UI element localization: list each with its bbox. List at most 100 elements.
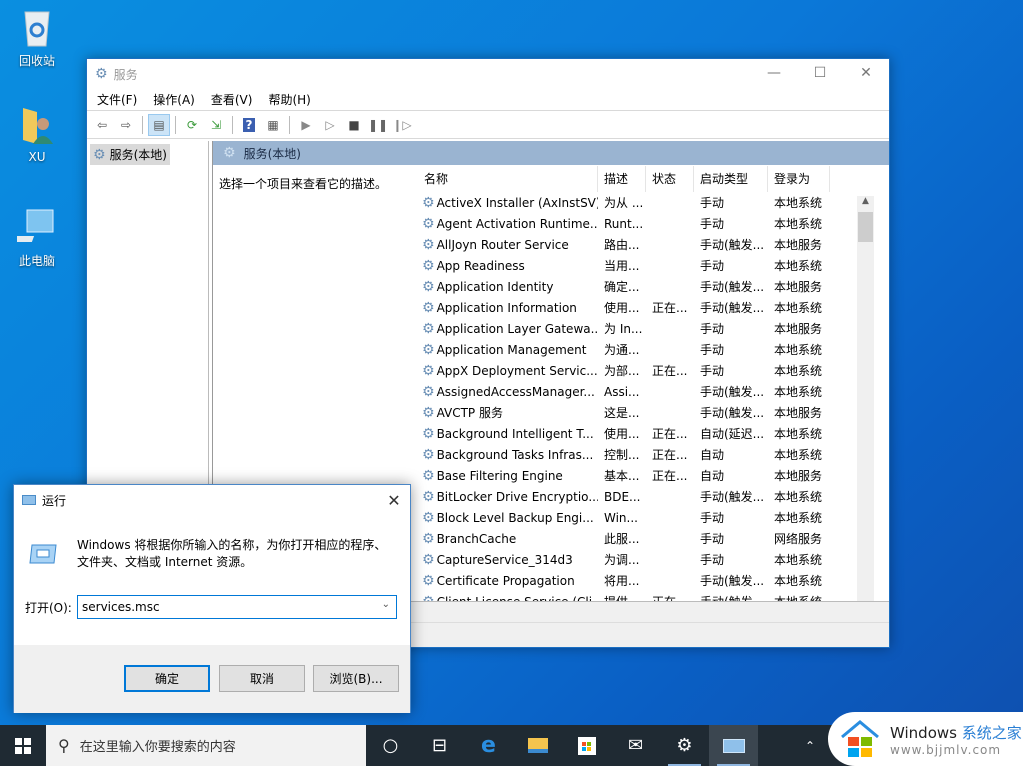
- table-row[interactable]: ⚙ CaptureService_314d3 为调... 手动 本地系统: [418, 549, 874, 570]
- service-name-cell: ⚙ Certificate Propagation: [418, 574, 598, 588]
- watermark-url: www.bjjmlv.com: [890, 742, 1002, 757]
- menu-file[interactable]: 文件(F): [89, 91, 145, 108]
- table-row[interactable]: ⚙ Background Intelligent T... 使用... 正在... 自动…: [418, 423, 874, 444]
- cortana-icon[interactable]: ○: [366, 725, 415, 766]
- properties-icon[interactable]: ▦: [262, 114, 284, 136]
- service-name-cell: ⚙ CaptureService_314d3: [418, 553, 598, 567]
- ok-button[interactable]: 确定: [124, 665, 210, 692]
- table-row[interactable]: ⚙ Base Filtering Engine 基本... 正在... 自动 本地服务: [418, 465, 874, 486]
- service-logon-as: 本地服务: [774, 406, 823, 420]
- table-row[interactable]: ⚙ Application Layer Gatewa... 为 In... 手动 本地服…: [418, 318, 874, 339]
- pause-icon[interactable]: ❚❚: [367, 114, 389, 136]
- scrollbar-thumb[interactable]: [858, 212, 873, 242]
- desktop-icon-this-pc[interactable]: 此电脑: [7, 206, 66, 269]
- run-close-button[interactable]: ✕: [378, 485, 410, 515]
- table-row[interactable]: ⚙ Application Management 为通... 手动 本地系统: [418, 339, 874, 360]
- service-logon-as: 本地服务: [774, 280, 823, 294]
- export-icon[interactable]: ⇲: [205, 114, 227, 136]
- file-explorer-icon[interactable]: [513, 725, 562, 766]
- start-alt-icon[interactable]: ▷: [319, 114, 341, 136]
- service-startup-type: 手动: [700, 217, 725, 231]
- mail-icon[interactable]: ✉: [611, 725, 660, 766]
- chevron-down-icon[interactable]: ⌄: [382, 599, 390, 610]
- run-title-bar[interactable]: 运行: [14, 485, 410, 515]
- help-icon[interactable]: ?: [238, 114, 260, 136]
- service-gear-icon: ⚙: [422, 510, 435, 525]
- table-row[interactable]: ⚙ Application Identity 确定... 手动(触发... 本地服务: [418, 276, 874, 297]
- menu-help[interactable]: 帮助(H): [260, 91, 318, 108]
- windows-logo-icon: [15, 737, 31, 754]
- toolbar: ⇦ ⇨ ▤ ⟳ ⇲ ? ▦ ▶ ▷ ■ ❚❚ ❙▷: [87, 111, 889, 139]
- services-gear-icon: ⚙: [93, 146, 106, 163]
- service-name-cell: ⚙ Application Layer Gatewa...: [418, 322, 598, 336]
- table-row[interactable]: ⚙ Certificate Propagation 将用... 手动(触发... 本地系…: [418, 570, 874, 591]
- table-row[interactable]: ⚙ Background Tasks Infras... 控制... 正在... 自动 本…: [418, 444, 874, 465]
- chevron-up-icon[interactable]: ⌃: [805, 739, 815, 753]
- table-row[interactable]: ⚙ AssignedAccessManager... Assi... 手动(触发...…: [418, 381, 874, 402]
- service-name: Application Identity: [436, 279, 554, 294]
- desktop-icon-user-folder[interactable]: XU: [8, 104, 66, 164]
- table-row[interactable]: ⚙ BitLocker Drive Encryptio... BDE... 手动(触发…: [418, 486, 874, 507]
- cancel-button[interactable]: 取消: [219, 665, 305, 692]
- table-row[interactable]: ⚙ ActiveX Installer (AxInstSV) 为从 ... 手动 本地系…: [418, 192, 874, 213]
- open-input[interactable]: services.msc: [82, 600, 160, 614]
- tree-node-services-local[interactable]: ⚙ 服务(本地): [90, 144, 170, 165]
- browse-button[interactable]: 浏览(B)...: [313, 665, 399, 692]
- service-startup-type: 手动: [700, 553, 725, 567]
- table-row[interactable]: ⚙ AppX Deployment Servic... 为部... 正在... 手动 本地…: [418, 360, 874, 381]
- menu-action[interactable]: 操作(A): [145, 91, 203, 108]
- service-startup-type: 手动: [700, 196, 725, 210]
- table-row[interactable]: ⚙ Application Information 使用... 正在... 手动(触发.…: [418, 297, 874, 318]
- menu-bar: 文件(F) 操作(A) 查看(V) 帮助(H): [87, 89, 889, 111]
- restart-icon[interactable]: ❙▷: [391, 114, 413, 136]
- column-header-startup-type[interactable]: 启动类型: [694, 166, 768, 192]
- service-logon-as: 本地系统: [774, 364, 823, 378]
- scroll-up-icon[interactable]: ▲: [857, 196, 874, 206]
- table-row[interactable]: ⚙ App Readiness 当用... 手动 本地系统: [418, 255, 874, 276]
- show-hide-tree-icon[interactable]: ▤: [148, 113, 170, 136]
- column-header-status[interactable]: 状态: [646, 166, 694, 192]
- run-icon: [22, 495, 36, 505]
- service-logon-as: 网络服务: [774, 532, 823, 546]
- stop-icon[interactable]: ■: [343, 114, 365, 136]
- service-gear-icon: ⚙: [422, 279, 435, 294]
- service-startup-type: 手动: [700, 364, 725, 378]
- vertical-scrollbar[interactable]: ▲ ▼: [857, 196, 874, 602]
- table-row[interactable]: ⚙ Block Level Backup Engi... Win... 手动 本地系统: [418, 507, 874, 528]
- desktop-icon-recycle-bin[interactable]: 回收站: [8, 6, 66, 69]
- service-name: Block Level Backup Engi...: [436, 510, 594, 525]
- table-row[interactable]: ⚙ BranchCache 此服... 手动 网络服务: [418, 528, 874, 549]
- table-row[interactable]: ⚙ Agent Activation Runtime... Runt... 手动 本地系…: [418, 213, 874, 234]
- service-description: Runt...: [604, 216, 644, 231]
- maximize-button[interactable]: ☐: [797, 59, 843, 87]
- close-button[interactable]: ✕: [843, 59, 889, 87]
- refresh-icon[interactable]: ⟳: [181, 114, 203, 136]
- forward-icon[interactable]: ⇨: [115, 114, 137, 136]
- service-startup-type: 手动: [700, 322, 725, 336]
- column-header-description[interactable]: 描述: [598, 166, 646, 192]
- task-view-icon[interactable]: ⊟: [415, 725, 464, 766]
- service-status: 正在...: [652, 469, 688, 483]
- start-icon[interactable]: ▶: [295, 114, 317, 136]
- minimize-button[interactable]: —: [751, 59, 797, 87]
- services-icon[interactable]: ⚙: [660, 725, 709, 766]
- service-name-cell: ⚙ Background Tasks Infras...: [418, 448, 598, 462]
- service-name: App Readiness: [436, 258, 525, 273]
- service-description: 控制...: [604, 448, 640, 462]
- table-row[interactable]: ⚙ AllJoyn Router Service 路由... 手动(触发... 本地服务: [418, 234, 874, 255]
- start-button[interactable]: [0, 725, 46, 766]
- run-icon[interactable]: [709, 725, 758, 766]
- menu-view[interactable]: 查看(V): [203, 91, 261, 108]
- edge-icon[interactable]: e: [464, 725, 513, 766]
- service-name-cell: ⚙ AppX Deployment Servic...: [418, 364, 598, 378]
- taskbar-search[interactable]: ⚲ 在这里输入你要搜索的内容: [46, 725, 366, 766]
- service-startup-type: 手动(触发...: [700, 385, 765, 399]
- back-icon[interactable]: ⇦: [91, 114, 113, 136]
- service-gear-icon: ⚙: [422, 426, 435, 441]
- service-name-cell: ⚙ Agent Activation Runtime...: [418, 217, 598, 231]
- store-icon[interactable]: [562, 725, 611, 766]
- open-combobox[interactable]: services.msc ⌄: [77, 595, 397, 619]
- column-header-logon-as[interactable]: 登录为: [768, 166, 830, 192]
- column-header-name[interactable]: 名称: [418, 166, 598, 192]
- table-row[interactable]: ⚙ AVCTP 服务 这是... 手动(触发... 本地服务: [418, 402, 874, 423]
